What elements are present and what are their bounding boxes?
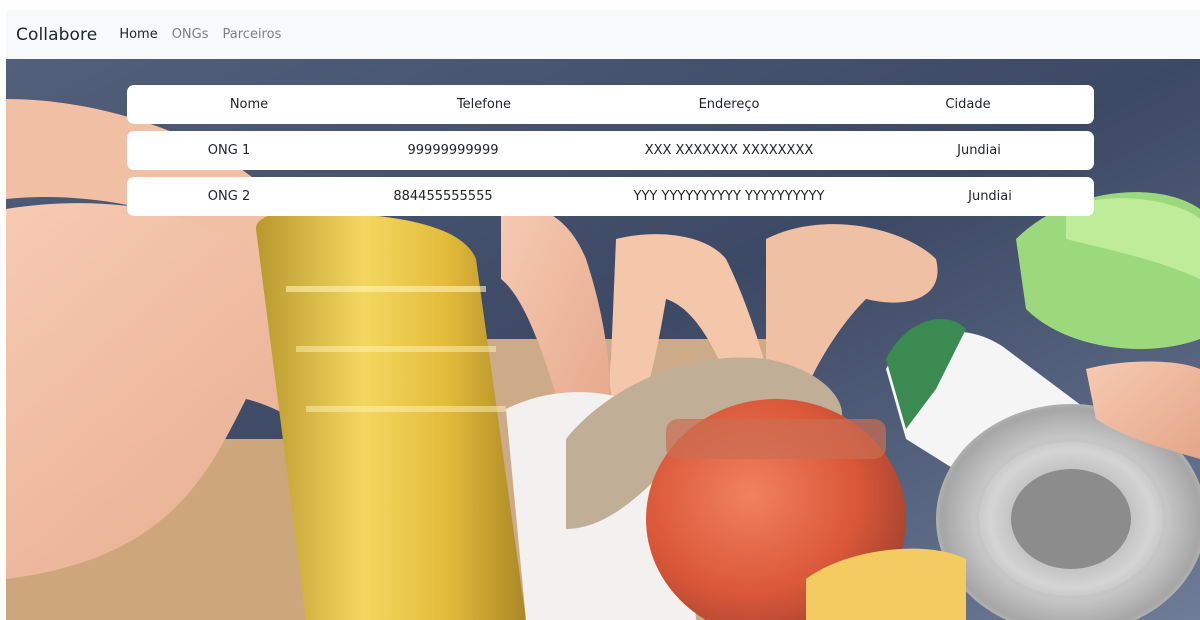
cell-telefone: 884455555555 <box>393 189 493 204</box>
nav-links: Home ONGs Parceiros <box>119 27 295 42</box>
cell-nome: ONG 1 <box>207 143 251 158</box>
table-row: ONG 1 99999999999 XXX XXXXXXX XXXXXXXX J… <box>127 131 1094 170</box>
top-strip <box>0 0 1200 10</box>
cell-cidade: Jundiai <box>957 143 1001 158</box>
ongs-table: Nome Telefone Endereço Cidade ONG 1 9999… <box>127 85 1094 223</box>
cell-telefone: 99999999999 <box>407 143 499 158</box>
nav-link-ongs[interactable]: ONGs <box>172 27 209 42</box>
table-header-row: Nome Telefone Endereço Cidade <box>127 85 1094 124</box>
cell-endereco: YYY YYYYYYYYYY YYYYYYYYYY <box>633 189 825 204</box>
header-nome: Nome <box>229 97 269 112</box>
brand-logo[interactable]: Collabore <box>16 25 97 45</box>
header-endereco: Endereço <box>698 97 760 112</box>
header-cidade: Cidade <box>945 97 991 112</box>
navbar: Collabore Home ONGs Parceiros <box>6 10 1200 59</box>
cell-nome: ONG 2 <box>207 189 251 204</box>
nav-link-home[interactable]: Home <box>119 27 157 42</box>
cell-cidade: Jundiai <box>968 189 1012 204</box>
header-telefone: Telefone <box>456 97 512 112</box>
cell-endereco: XXX XXXXXXX XXXXXXXX <box>644 143 814 158</box>
table-row: ONG 2 884455555555 YYY YYYYYYYYYY YYYYYY… <box>127 177 1094 216</box>
page: Collabore Home ONGs Parceiros Nome Telef… <box>0 0 1200 620</box>
nav-link-parceiros[interactable]: Parceiros <box>223 27 282 42</box>
